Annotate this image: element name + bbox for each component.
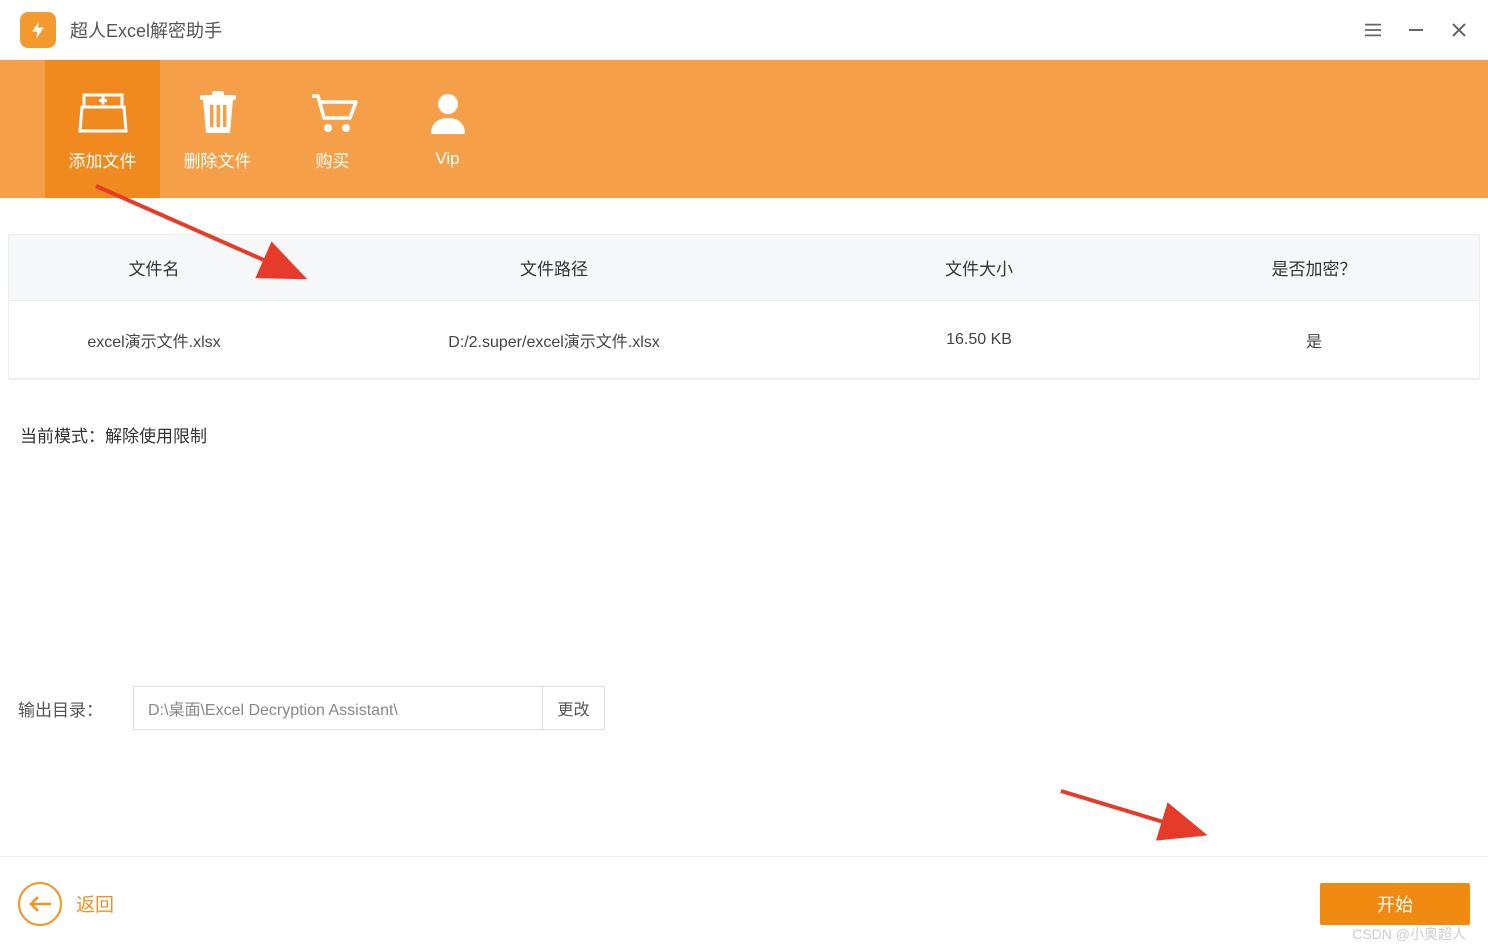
header-path: 文件路径 [299, 255, 809, 280]
vip-label: Vip [435, 149, 459, 169]
window-controls [1364, 21, 1468, 39]
content-area: 文件名 文件路径 文件大小 是否加密？ excel演示文件.xlsx D:/2.… [0, 234, 1488, 447]
lightning-icon [28, 20, 48, 40]
delete-file-label: 删除文件 [184, 147, 252, 172]
cell-name: excel演示文件.xlsx [9, 328, 299, 352]
minimize-icon [1407, 21, 1425, 39]
delete-file-button[interactable]: 删除文件 [160, 60, 275, 198]
toolbar: 添加文件 删除文件 购买 [0, 60, 1488, 198]
minimize-button[interactable] [1407, 21, 1425, 39]
table-row[interactable]: excel演示文件.xlsx D:/2.super/excel演示文件.xlsx… [9, 301, 1479, 379]
back-button[interactable] [18, 882, 62, 926]
app-title: 超人Excel解密助手 [70, 17, 222, 43]
start-button[interactable]: 开始 [1320, 883, 1470, 925]
mode-line: 当前模式：解除使用限制 [8, 422, 1480, 447]
cell-size: 16.50 KB [809, 331, 1149, 349]
cart-icon [308, 87, 358, 137]
output-path-field[interactable]: D:\桌面\Excel Decryption Assistant\ [133, 686, 543, 730]
titlebar: 超人Excel解密助手 [0, 0, 1488, 60]
arrow-left-icon [27, 894, 53, 914]
back-label[interactable]: 返回 [76, 890, 114, 917]
buy-button[interactable]: 购买 [275, 60, 390, 198]
app-logo [20, 12, 56, 48]
menu-icon [1364, 22, 1382, 38]
file-table: 文件名 文件路径 文件大小 是否加密？ excel演示文件.xlsx D:/2.… [8, 234, 1480, 380]
user-icon [428, 89, 468, 139]
add-file-button[interactable]: 添加文件 [45, 60, 160, 198]
annotation-arrow-2 [1055, 785, 1215, 845]
cell-encrypted: 是 [1149, 328, 1479, 352]
footer: 返回 开始 [0, 856, 1488, 950]
header-size: 文件大小 [809, 255, 1149, 280]
table-header: 文件名 文件路径 文件大小 是否加密？ [9, 235, 1479, 301]
close-button[interactable] [1450, 21, 1468, 39]
output-row: 输出目录： D:\桌面\Excel Decryption Assistant\ … [18, 686, 605, 730]
header-encrypted: 是否加密？ [1149, 255, 1479, 280]
close-icon [1450, 21, 1468, 39]
buy-label: 购买 [316, 147, 350, 172]
trash-icon [197, 87, 239, 137]
watermark: CSDN @小奥超人 [1352, 924, 1466, 944]
add-file-icon [78, 87, 128, 137]
header-name: 文件名 [9, 255, 299, 280]
add-file-label: 添加文件 [69, 147, 137, 172]
cell-path: D:/2.super/excel演示文件.xlsx [299, 328, 809, 352]
output-label: 输出目录： [18, 696, 103, 721]
change-button[interactable]: 更改 [543, 686, 605, 730]
menu-button[interactable] [1364, 21, 1382, 39]
vip-button[interactable]: Vip [390, 60, 505, 198]
